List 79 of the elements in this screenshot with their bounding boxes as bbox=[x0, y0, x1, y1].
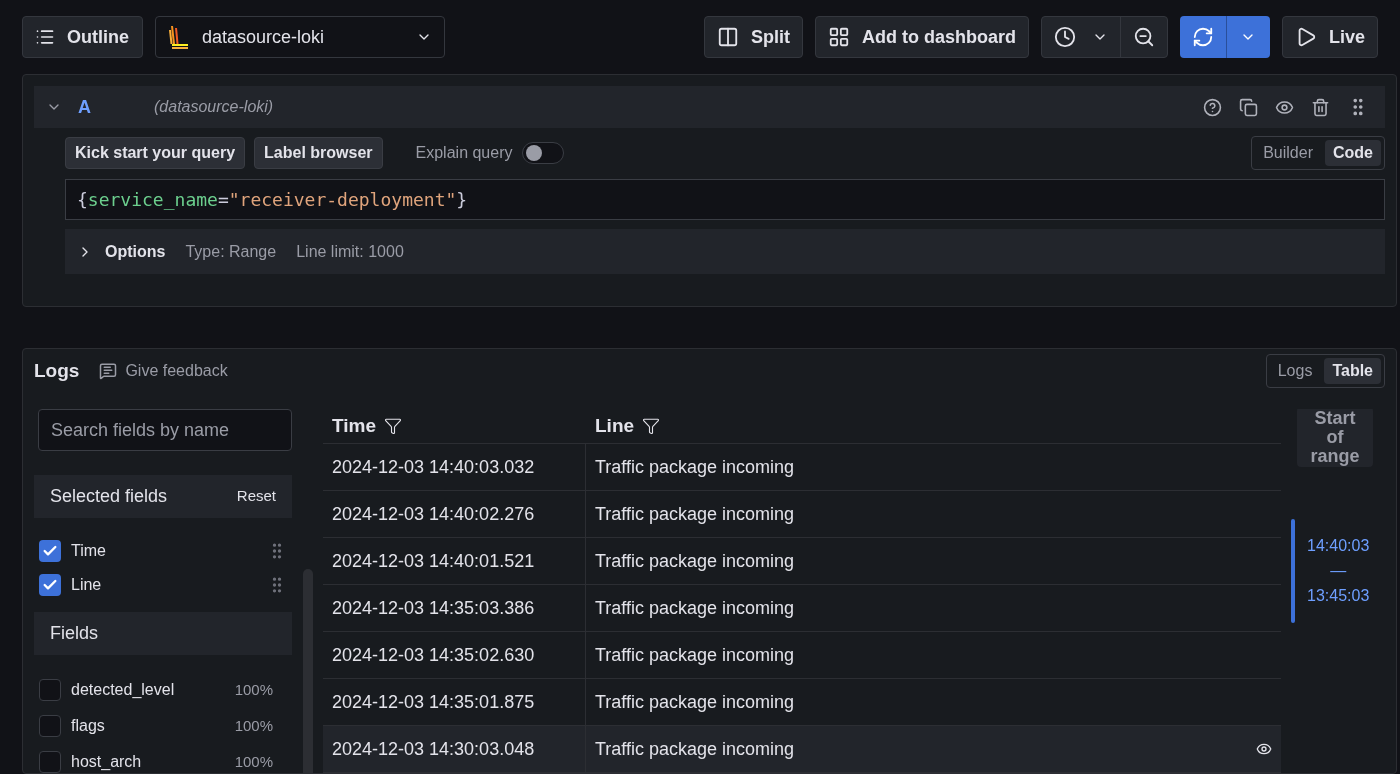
checkbox[interactable] bbox=[39, 540, 61, 562]
time-cell: 2024-12-03 14:40:03.032 bbox=[323, 444, 586, 490]
table-row[interactable]: 2024-12-03 14:35:02.630 Traffic package incoming bbox=[323, 632, 1281, 679]
filter-icon[interactable] bbox=[384, 417, 402, 435]
field-name: Time bbox=[71, 541, 107, 561]
checkbox[interactable] bbox=[39, 715, 61, 737]
mode-tab[interactable]: Logs bbox=[1269, 358, 1321, 384]
table-row[interactable]: 2024-12-03 14:40:01.521 Traffic package incoming bbox=[323, 538, 1281, 585]
range-separator: — bbox=[1330, 561, 1347, 581]
selected-fields-title: Selected fields bbox=[50, 485, 168, 508]
column-header[interactable]: Time bbox=[323, 409, 586, 443]
time-cell: 2024-12-03 14:35:01.875 bbox=[323, 679, 586, 725]
field-name: detected_level bbox=[71, 680, 176, 700]
refresh-icon bbox=[1191, 26, 1214, 48]
fields-title: Fields bbox=[50, 622, 98, 645]
checkbox[interactable] bbox=[39, 679, 61, 701]
trash-icon[interactable] bbox=[1311, 97, 1330, 117]
mode-tab[interactable]: Code bbox=[1325, 140, 1381, 166]
table-row[interactable]: 2024-12-03 14:35:03.386 Traffic package incoming bbox=[323, 585, 1281, 632]
zoom-out-icon bbox=[1132, 26, 1155, 48]
table-row[interactable]: 2024-12-03 14:40:03.032 Traffic package incoming bbox=[323, 444, 1281, 491]
refresh-button[interactable] bbox=[1179, 16, 1226, 58]
outline-button[interactable]: Outline bbox=[22, 16, 143, 58]
start-of-range-button[interactable]: Start of range bbox=[1297, 409, 1373, 467]
field-percent: 100% bbox=[234, 679, 274, 700]
time-cell: 2024-12-03 14:40:02.276 bbox=[323, 491, 586, 537]
query-type: Type: Range bbox=[185, 241, 277, 262]
field-name: host_arch bbox=[71, 752, 143, 772]
field-name: flags bbox=[71, 716, 106, 736]
message-icon bbox=[99, 362, 118, 380]
give-feedback-link[interactable]: Give feedback bbox=[99, 359, 228, 383]
loki-logo-icon bbox=[168, 24, 190, 50]
line-cell-text: Traffic package incoming bbox=[594, 455, 796, 479]
search-fields-input[interactable]: Search fields by name bbox=[38, 409, 292, 451]
checkbox[interactable] bbox=[39, 574, 61, 596]
mode-tab[interactable]: Table bbox=[1324, 358, 1381, 384]
columns-icon bbox=[716, 26, 739, 48]
filter-icon[interactable] bbox=[642, 417, 661, 435]
table-row[interactable]: 2024-12-03 14:30:03.048 Traffic package incoming bbox=[323, 726, 1281, 773]
split-button[interactable]: Split bbox=[703, 16, 803, 58]
help-icon[interactable] bbox=[1203, 97, 1222, 117]
table-row[interactable]: 2024-12-03 14:40:02.276 Traffic package incoming bbox=[323, 491, 1281, 538]
options-toggle[interactable]: Options bbox=[77, 239, 166, 264]
line-cell-text: Traffic package incoming bbox=[594, 502, 796, 526]
checkbox[interactable] bbox=[39, 751, 61, 773]
range-end-time: 13:45:03 bbox=[1307, 586, 1370, 606]
field-name: Line bbox=[71, 575, 103, 595]
time-cell: 2024-12-03 14:40:01.521 bbox=[323, 538, 586, 584]
query-letter: A bbox=[78, 95, 92, 119]
reset-button[interactable]: Reset bbox=[236, 485, 276, 508]
menu-icon bbox=[35, 27, 55, 47]
line-cell-text: Traffic package incoming bbox=[594, 549, 796, 573]
query-helper-button[interactable]: Kick start your query bbox=[65, 137, 246, 169]
grid-icon bbox=[827, 26, 850, 48]
column-header[interactable]: Line bbox=[586, 409, 1281, 443]
mode-tab[interactable]: Builder bbox=[1255, 140, 1321, 166]
live-button[interactable]: Live bbox=[1281, 16, 1378, 58]
field-percent: 100% bbox=[234, 715, 274, 736]
clock-icon bbox=[1053, 26, 1076, 48]
add-to-dashboard-button[interactable]: Add to dashboard bbox=[814, 16, 1029, 58]
line-cell: Traffic package incoming bbox=[586, 726, 1281, 772]
field-percent: 100% bbox=[234, 751, 274, 772]
query-datasource: (datasource-loki) bbox=[154, 97, 274, 117]
eye-icon[interactable] bbox=[1256, 741, 1272, 757]
line-cell-text: Traffic package incoming bbox=[594, 690, 796, 714]
time-cell: 2024-12-03 14:35:02.630 bbox=[323, 632, 586, 678]
range-start-time: 14:40:03 bbox=[1307, 536, 1370, 556]
time-cell: 2024-12-03 14:35:03.386 bbox=[323, 585, 586, 631]
logs-title: Logs bbox=[34, 358, 80, 383]
query-helper-button[interactable]: Label browser bbox=[254, 137, 383, 169]
line-cell-text: Traffic package incoming bbox=[594, 643, 796, 667]
line-cell-text: Traffic package incoming bbox=[594, 596, 796, 620]
explain-query-label: Explain query bbox=[415, 143, 513, 163]
line-limit: Line limit: 1000 bbox=[296, 241, 404, 262]
explain-query-switch[interactable] bbox=[521, 142, 564, 164]
copy-icon[interactable] bbox=[1239, 97, 1258, 117]
datasource-picker[interactable]: datasource-loki bbox=[155, 16, 445, 58]
query-editor[interactable]: {service_name="receiver-deployment"} bbox=[65, 179, 1385, 220]
time-cell: 2024-12-03 14:30:03.048 bbox=[323, 726, 586, 772]
